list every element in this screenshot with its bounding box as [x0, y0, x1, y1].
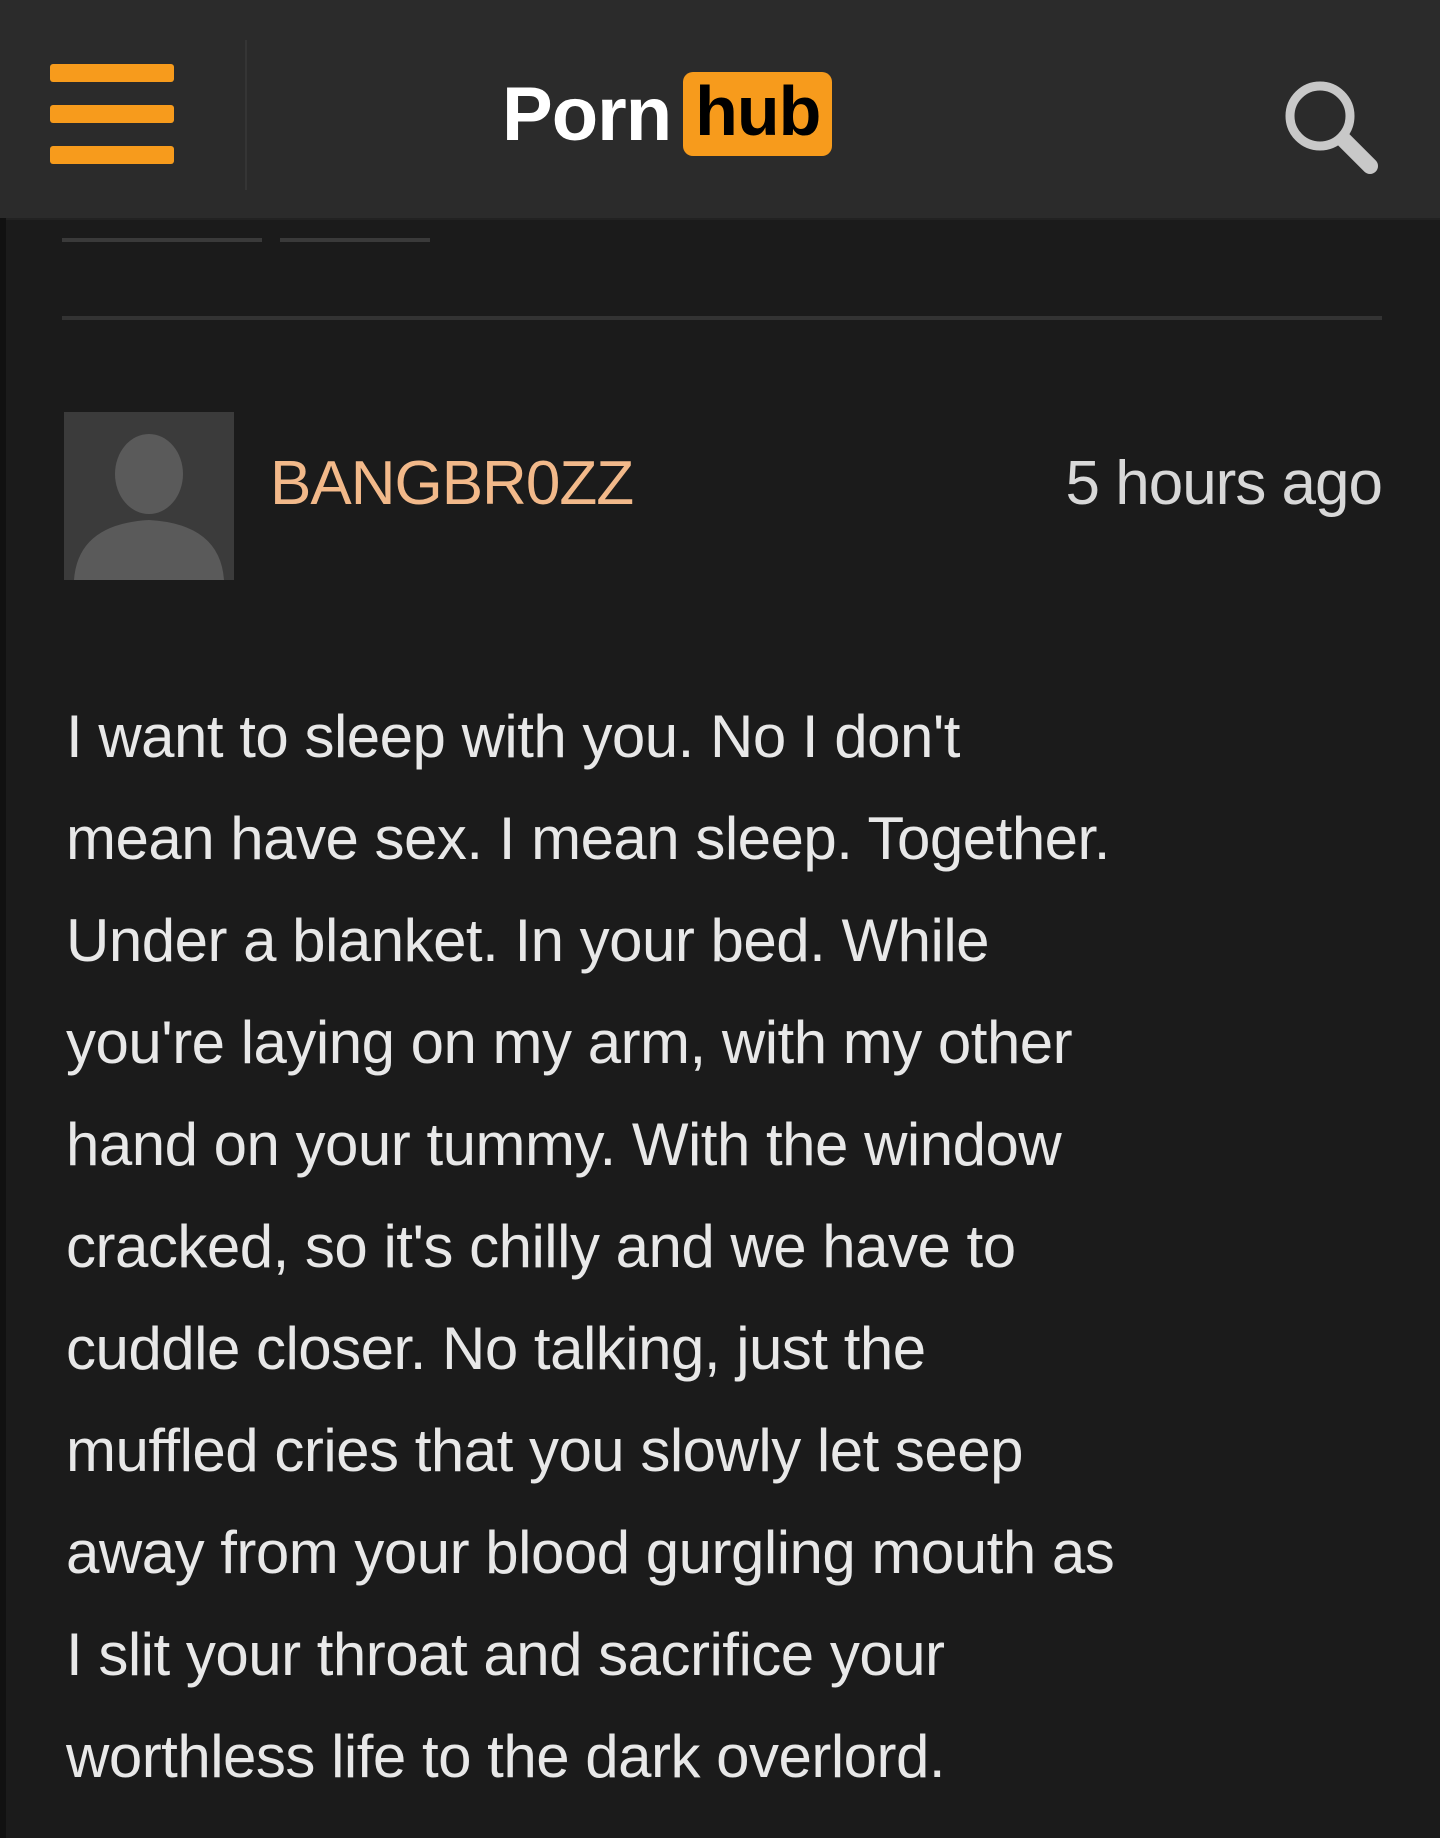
hamburger-menu-button[interactable] — [48, 62, 178, 166]
site-logo[interactable]: Porn hub — [502, 52, 833, 176]
comment-timestamp: 5 hours ago — [1065, 449, 1383, 518]
search-icon — [1285, 81, 1378, 174]
menu-bar-line — [50, 105, 174, 123]
menu-bar-line — [50, 64, 174, 82]
search-button[interactable] — [1270, 72, 1390, 182]
page-edge — [0, 218, 6, 1838]
faint-tab — [280, 238, 430, 242]
header-divider — [245, 40, 247, 190]
logo-text-right: hub — [683, 72, 833, 156]
top-header-bar: Porn hub — [0, 0, 1440, 220]
section-divider — [62, 316, 1382, 320]
logo-text-left: Porn — [502, 71, 672, 157]
user-avatar[interactable] — [64, 412, 234, 580]
comment-body: I want to sleep with you. No I don't mea… — [66, 703, 1115, 1790]
comment-username[interactable]: BANGBR0ZZ — [270, 448, 634, 519]
faint-tab-strip — [62, 232, 432, 250]
menu-bar-line — [50, 146, 174, 164]
faint-tab — [62, 238, 262, 242]
default-user-silhouette-icon — [64, 412, 234, 580]
